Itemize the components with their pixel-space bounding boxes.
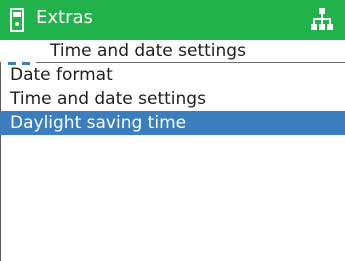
menu-item-daylight-saving-time[interactable]: Daylight saving time [0,111,345,135]
device-screen-icon-part [13,12,21,17]
device-knob-icon-part [15,22,19,26]
sitemap-icon[interactable] [310,7,334,33]
device-icon [10,8,24,32]
device-screen: Extras Time and date settings Date forma… [0,0,345,261]
menu-list: Date format Time and date settings Dayli… [0,63,345,135]
header-bar: Extras [0,0,345,40]
breadcrumb: Time and date settings [0,40,345,65]
menu-item-time-and-date-settings[interactable]: Time and date settings [0,87,345,111]
breadcrumb-title: Time and date settings [50,41,246,61]
menu-item-date-format[interactable]: Date format [0,63,345,87]
header-title: Extras [36,7,93,28]
